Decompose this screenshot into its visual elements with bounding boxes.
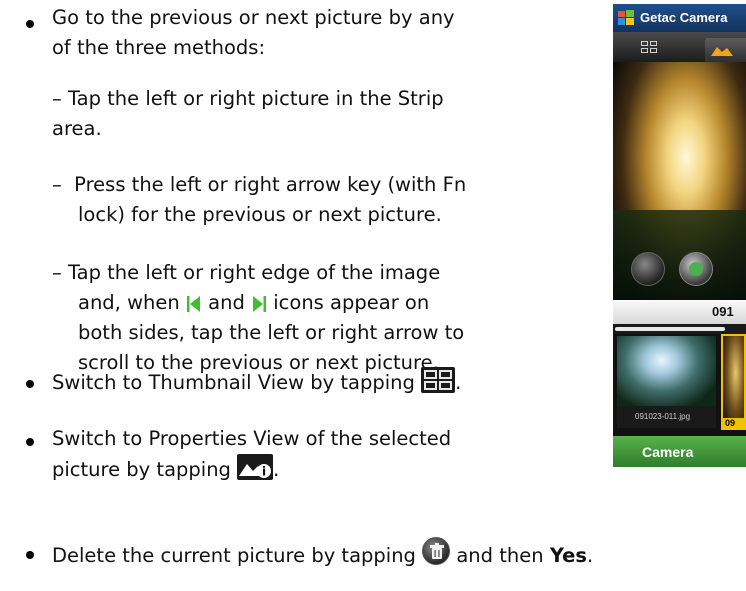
bullet-icon	[26, 20, 34, 28]
manual-page: Go to the previous or next picture by an…	[0, 0, 746, 591]
bullet-line: and then	[456, 544, 544, 567]
picture-strip: 091023-011.jpg 09	[613, 334, 746, 436]
bullet-icon	[26, 438, 34, 446]
bullet-text-delete: Delete the current picture by tapping an…	[52, 537, 742, 571]
windows-logo-icon	[618, 10, 634, 25]
strip-thumbnail-caption: 091023-011.jpg	[617, 406, 716, 428]
method-line: area.	[52, 117, 102, 140]
compass-icon[interactable]	[631, 252, 665, 286]
thumbnail-view-icon[interactable]	[641, 41, 657, 53]
method-line: Tap the left or right edge of the image	[67, 261, 441, 284]
method-line: and	[208, 291, 245, 314]
picture-foreground	[613, 210, 746, 300]
filename-label: 091	[712, 304, 734, 319]
device-app-title: Getac Camera	[640, 10, 728, 25]
softkey-bar: Camera	[613, 436, 746, 467]
svg-text:i: i	[262, 465, 266, 479]
bullet-icon	[26, 380, 34, 388]
next-arrow-icon	[253, 296, 267, 312]
yes-label: Yes	[549, 544, 587, 567]
properties-view-icon	[711, 47, 733, 56]
method-line: icons appear on	[273, 291, 430, 314]
bullet-text-navigate: Go to the previous or next picture by an…	[52, 3, 612, 63]
bullet-line: picture by tapping	[52, 458, 231, 481]
strip-thumbnail[interactable]	[617, 336, 716, 406]
properties-tab[interactable]	[705, 38, 746, 62]
bullet-line: Go to the previous or next picture by an…	[52, 6, 455, 29]
filename-bar: 091	[613, 300, 746, 324]
dash-mark: –	[52, 173, 62, 196]
device-screenshot: Getac Camera 091 091023-011.jpg 09 Camer…	[613, 4, 746, 467]
position-slider-fill	[615, 327, 725, 331]
device-titlebar: Getac Camera	[613, 4, 746, 32]
thumbnail-filename: 091023-011.jpg	[635, 412, 691, 421]
method-line: Press the left or right arrow key (with …	[74, 173, 467, 196]
strip-thumbnail-caption-selected: 09	[723, 418, 746, 430]
gps-icon[interactable]	[679, 252, 713, 286]
device-toolbar	[613, 32, 746, 62]
method-line: both sides, tap the left or right arrow …	[78, 321, 465, 344]
method-tap-edge: – Tap the left or right edge of the imag…	[52, 258, 612, 378]
method-line: lock) for the previous or next picture.	[78, 203, 442, 226]
method-line: and, when	[78, 291, 180, 314]
dash-mark: –	[52, 261, 62, 284]
bullet-text-properties: Switch to Properties View of the selecte…	[52, 424, 612, 485]
camera-softkey[interactable]: Camera	[642, 444, 693, 460]
position-slider[interactable]	[613, 324, 746, 334]
thumbnail-view-icon	[421, 367, 456, 393]
bullet-line: of the three methods:	[52, 36, 266, 59]
strip-thumbnail-selected[interactable]	[721, 334, 746, 430]
bullet-text-thumbnail: Switch to Thumbnail View by tapping .	[52, 367, 612, 398]
method-arrow-key: – Press the left or right arrow key (wit…	[52, 170, 612, 230]
previous-arrow-icon	[186, 296, 200, 312]
method-line: Tap the left or right picture in the Str…	[67, 87, 444, 110]
period: .	[273, 458, 280, 481]
period: .	[586, 544, 594, 567]
delete-icon	[422, 537, 451, 565]
properties-view-icon: i	[237, 454, 274, 480]
bullet-line: Switch to Properties View of the selecte…	[52, 427, 452, 450]
thumbnail-filename: 09	[725, 418, 736, 428]
bullet-line: Delete the current picture by tapping	[52, 544, 416, 567]
bullet-line: Switch to Thumbnail View by tapping	[52, 371, 415, 394]
bullet-icon	[26, 551, 34, 559]
method-tap-strip: – Tap the left or right picture in the S…	[52, 84, 612, 144]
period: .	[455, 371, 462, 394]
dash-mark: –	[52, 87, 62, 110]
